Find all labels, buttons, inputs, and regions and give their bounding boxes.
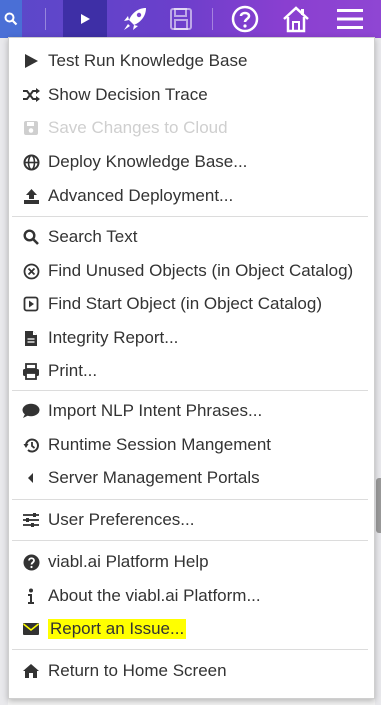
menu-item-label: User Preferences... bbox=[48, 510, 195, 529]
menu-item-advanced-deployment[interactable]: Advanced Deployment... bbox=[21, 183, 233, 209]
menu-item-label: Server Management Portals bbox=[48, 468, 260, 487]
home-icon bbox=[281, 5, 311, 33]
menu-item-find-start[interactable]: Find Start Object (in Object Catalog) bbox=[21, 291, 322, 317]
menu-item-runtime-session[interactable]: Runtime Session Mangement bbox=[21, 432, 271, 458]
help-icon bbox=[231, 5, 259, 33]
toolbar-save-button[interactable] bbox=[163, 0, 199, 38]
toolbar-home-button[interactable] bbox=[278, 0, 314, 38]
menu-item-label: Integrity Report... bbox=[48, 328, 179, 347]
menu-item-find-unused[interactable]: Find Unused Objects (in Object Catalog) bbox=[21, 258, 353, 284]
menu-item-print[interactable]: Print... bbox=[21, 358, 97, 384]
hamburger-menu-icon bbox=[336, 7, 364, 31]
menu-item-label: Test Run Knowledge Base bbox=[48, 51, 248, 70]
history-icon bbox=[21, 435, 41, 455]
toolbar-menu-button[interactable] bbox=[330, 0, 370, 38]
background-left bbox=[0, 38, 8, 705]
menu-divider bbox=[12, 649, 368, 650]
menu-item-label: Runtime Session Mangement bbox=[48, 435, 272, 454]
menu-item-about[interactable]: About the viabl.ai Platform... bbox=[21, 583, 261, 609]
menu-item-label: About the viabl.ai Platform... bbox=[48, 586, 261, 605]
save-icon bbox=[21, 118, 41, 138]
globe-icon bbox=[21, 152, 41, 172]
info-icon bbox=[21, 586, 41, 606]
menu-item-label: Return to Home Screen bbox=[48, 661, 227, 680]
upload-icon bbox=[21, 186, 41, 206]
menu-item-label: Print... bbox=[48, 361, 98, 380]
circle-x-icon bbox=[21, 261, 41, 281]
menu-item-label: Deploy Knowledge Base... bbox=[48, 152, 248, 171]
menu-divider bbox=[12, 216, 368, 217]
play-icon bbox=[21, 51, 41, 71]
square-caret-icon bbox=[21, 294, 41, 314]
menu-item-label: Advanced Deployment... bbox=[48, 186, 234, 205]
menu-item-import-nlp[interactable]: Import NLP Intent Phrases... bbox=[21, 398, 262, 424]
menu-item-integrity-report[interactable]: Integrity Report... bbox=[21, 325, 178, 351]
toolbar-deploy-button[interactable] bbox=[115, 0, 155, 38]
toolbar-separator bbox=[212, 8, 213, 30]
menu-item-label: Show Decision Trace bbox=[48, 85, 208, 104]
sliders-icon bbox=[21, 510, 41, 530]
menu-item-decision-trace[interactable]: Show Decision Trace bbox=[21, 82, 208, 108]
menu-divider bbox=[12, 540, 368, 541]
background-right bbox=[375, 38, 381, 705]
menu-item-search-text[interactable]: Search Text bbox=[21, 224, 137, 250]
menu-divider bbox=[12, 499, 368, 500]
print-icon bbox=[21, 361, 41, 381]
menu-item-label: Import NLP Intent Phrases... bbox=[48, 401, 263, 420]
caret-left-icon bbox=[21, 468, 41, 488]
toolbar-search-button[interactable] bbox=[0, 0, 22, 38]
menu-item-deploy-kb[interactable]: Deploy Knowledge Base... bbox=[21, 149, 247, 175]
menu-item-report-issue[interactable]: Report an Issue... bbox=[21, 616, 187, 642]
menu-item-user-preferences[interactable]: User Preferences... bbox=[21, 507, 194, 533]
toolbar-separator bbox=[45, 8, 46, 30]
toolbar-help-button[interactable] bbox=[227, 0, 263, 38]
menu-item-label: Find Unused Objects (in Object Catalog) bbox=[48, 261, 354, 280]
top-toolbar bbox=[0, 0, 381, 38]
menu-item-label: Save Changes to Cloud bbox=[48, 118, 228, 137]
save-icon bbox=[168, 6, 194, 32]
menu-item-save-changes[interactable]: Save Changes to Cloud bbox=[21, 115, 228, 141]
menu-item-label: Find Start Object (in Object Catalog) bbox=[48, 294, 323, 313]
menu-item-platform-help[interactable]: viabl.ai Platform Help bbox=[21, 549, 209, 575]
play-icon bbox=[78, 12, 92, 26]
menu-item-test-run[interactable]: Test Run Knowledge Base bbox=[21, 48, 247, 74]
search-icon bbox=[21, 227, 41, 247]
menu-item-return-home[interactable]: Return to Home Screen bbox=[21, 658, 227, 684]
menu-divider bbox=[12, 390, 368, 391]
menu-item-server-portals[interactable]: Server Management Portals bbox=[21, 465, 260, 491]
envelope-icon bbox=[21, 619, 41, 639]
menu-item-label: viabl.ai Platform Help bbox=[48, 552, 209, 571]
menu-item-label: Report an Issue... bbox=[48, 619, 187, 639]
dropdown-menu: Test Run Knowledge Base Show Decision Tr… bbox=[8, 37, 375, 699]
file-icon bbox=[21, 328, 41, 348]
home-icon bbox=[21, 661, 41, 681]
menu-item-label: Search Text bbox=[48, 227, 138, 246]
shuffle-icon bbox=[21, 85, 41, 105]
search-icon bbox=[4, 12, 18, 26]
comment-icon bbox=[21, 401, 41, 421]
rocket-icon bbox=[120, 4, 150, 34]
toolbar-run-button[interactable] bbox=[63, 0, 107, 38]
question-circle-icon bbox=[21, 552, 41, 572]
background-scroll-handle[interactable] bbox=[376, 478, 381, 533]
